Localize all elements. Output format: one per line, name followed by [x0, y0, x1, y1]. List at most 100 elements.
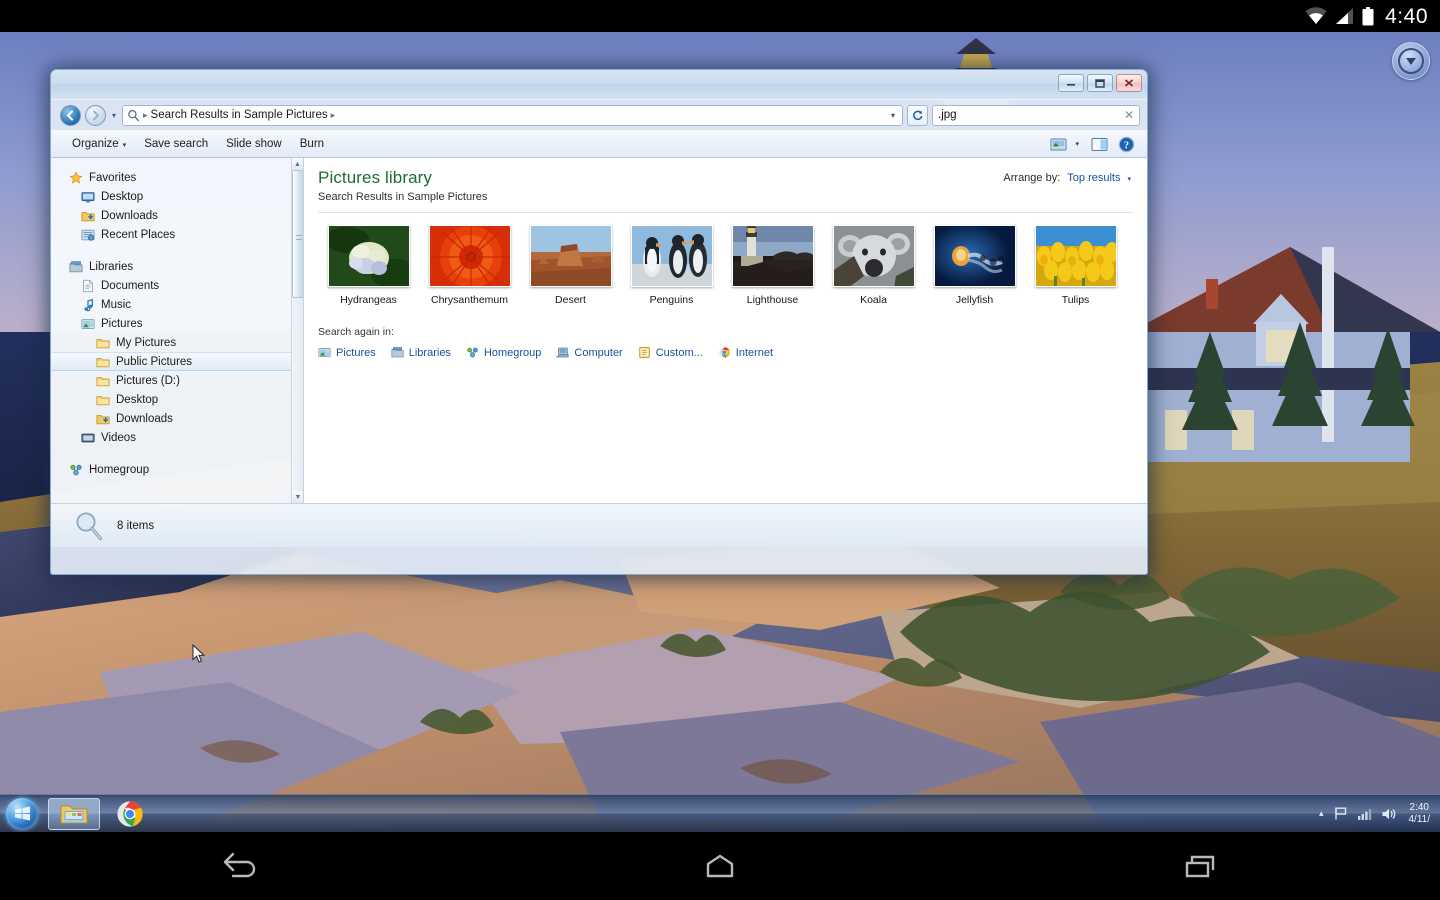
- search-result-item[interactable]: Hydrangeas: [318, 225, 419, 306]
- forward-button[interactable]: [85, 105, 106, 126]
- scroll-down-arrow[interactable]: ▼: [292, 491, 304, 503]
- search-again-link-internet[interactable]: Internet: [718, 346, 773, 359]
- thumbnail-image[interactable]: [732, 225, 814, 287]
- folder-icon: [96, 374, 110, 388]
- android-back-button[interactable]: [180, 842, 300, 890]
- sidebar-group-favorites[interactable]: Favorites: [51, 168, 303, 187]
- search-result-item[interactable]: Tulips: [1025, 225, 1126, 306]
- thumbnail-image[interactable]: [631, 225, 713, 287]
- system-tray[interactable]: ▴ 2:40 4/11/: [1319, 802, 1440, 826]
- thumbnail-image[interactable]: [530, 225, 612, 287]
- windows-desktop[interactable]: ▾ ▸ Search Results in Sample Pictures ▸ …: [0, 32, 1440, 832]
- maximize-button[interactable]: [1087, 74, 1113, 92]
- help-icon[interactable]: ?: [1118, 136, 1135, 153]
- thumbnail-image[interactable]: [833, 225, 915, 287]
- explorer-window[interactable]: ▾ ▸ Search Results in Sample Pictures ▸ …: [50, 69, 1148, 575]
- android-recents-button[interactable]: [1140, 842, 1260, 890]
- search-again-link-homegroup[interactable]: Homegroup: [466, 346, 541, 359]
- page-subtitle: Search Results in Sample Pictures: [318, 191, 1133, 203]
- search-again-link-libraries[interactable]: Libraries: [391, 346, 451, 359]
- volume-icon[interactable]: [1381, 807, 1397, 821]
- search-again-link-computer[interactable]: Computer: [556, 346, 622, 359]
- preview-pane-icon[interactable]: [1091, 137, 1108, 152]
- search-result-item[interactable]: Koala: [823, 225, 924, 306]
- network-icon[interactable]: [1357, 807, 1372, 821]
- sidebar-item-desktop[interactable]: Desktop: [51, 187, 303, 206]
- android-nav-bar[interactable]: [0, 832, 1440, 900]
- action-center-flag-icon[interactable]: [1333, 806, 1348, 821]
- sidebar-item-my-pictures[interactable]: My Pictures: [51, 333, 303, 352]
- toolbar-right-group: ▾ ?: [1050, 136, 1139, 153]
- address-dropdown-caret[interactable]: ▾: [891, 111, 898, 120]
- navigation-pane[interactable]: FavoritesDesktopDownloadsRecent PlacesLi…: [51, 158, 304, 503]
- taskbar-button-explorer[interactable]: [48, 798, 100, 830]
- arrange-chevron-down-icon[interactable]: ▾: [1127, 175, 1131, 183]
- search-again-link-pictures[interactable]: Pictures: [318, 346, 376, 359]
- taskbar-button-chrome[interactable]: [104, 798, 156, 830]
- collapse-toolbar-button[interactable]: [1392, 42, 1430, 80]
- sidebar-item-desktop[interactable]: Desktop: [51, 390, 303, 409]
- recent-pages-button[interactable]: ▾: [110, 111, 118, 120]
- clear-search-icon[interactable]: ✕: [1124, 108, 1134, 122]
- scrollbar-thumb[interactable]: [292, 170, 304, 298]
- search-result-item[interactable]: Penguins: [621, 225, 722, 306]
- change-view-icon[interactable]: [1050, 137, 1067, 152]
- sidebar-item-label: Downloads: [101, 210, 158, 222]
- android-home-button[interactable]: [660, 842, 780, 890]
- sidebar-item-downloads[interactable]: Downloads: [51, 206, 303, 225]
- sidebar-group-libraries[interactable]: Libraries: [51, 257, 303, 276]
- search-result-item[interactable]: Jellyfish: [924, 225, 1025, 306]
- arrange-by-value[interactable]: Top results: [1067, 172, 1120, 184]
- pictures-library-icon: [81, 317, 95, 331]
- sidebar-item-downloads[interactable]: Downloads: [51, 409, 303, 428]
- close-button[interactable]: [1116, 74, 1142, 92]
- breadcrumb[interactable]: Search Results in Sample Pictures: [151, 109, 328, 121]
- search-input[interactable]: .jpg ✕: [932, 105, 1140, 126]
- thumbnail-image[interactable]: [328, 225, 410, 287]
- search-again-link-custom[interactable]: Custom...: [638, 346, 703, 359]
- sidebar-item-recent-places[interactable]: Recent Places: [51, 225, 303, 244]
- sidebar-item-label: Downloads: [116, 413, 173, 425]
- sidebar-item-pictures-d[interactable]: Pictures (D:): [51, 371, 303, 390]
- taskbar-clock[interactable]: 2:40 4/11/: [1406, 802, 1431, 826]
- show-hidden-icons-button[interactable]: ▴: [1319, 808, 1324, 819]
- sidebar-item-videos[interactable]: Videos: [51, 428, 303, 447]
- search-result-item[interactable]: Chrysanthemum: [419, 225, 520, 306]
- burn-button[interactable]: Burn: [291, 135, 333, 153]
- close-icon: [1123, 78, 1135, 88]
- scroll-up-arrow[interactable]: ▲: [292, 158, 303, 170]
- thumbnail-label: Jellyfish: [956, 294, 993, 306]
- sidebar-item-pictures[interactable]: Pictures: [51, 314, 303, 333]
- thumbnail-image[interactable]: [934, 225, 1016, 287]
- view-chevron-down-icon[interactable]: ▾: [1075, 140, 1079, 148]
- start-button[interactable]: [0, 796, 44, 832]
- slide-show-button[interactable]: Slide show: [217, 135, 291, 153]
- address-bar[interactable]: ▸ Search Results in Sample Pictures ▸ ▾: [122, 105, 903, 126]
- downloads-folder-icon: [81, 209, 95, 223]
- organize-button[interactable]: Organize▾: [63, 135, 135, 153]
- recent-places-icon: [81, 228, 95, 242]
- thumbnail-image[interactable]: [429, 225, 511, 287]
- content-pane[interactable]: Pictures library Search Results in Sampl…: [304, 158, 1147, 503]
- navigation-scrollbar[interactable]: ▲ ▼: [291, 158, 303, 503]
- search-again-link-label: Homegroup: [484, 347, 541, 359]
- thumbnail-image[interactable]: [1035, 225, 1117, 287]
- back-button[interactable]: [60, 105, 81, 126]
- sidebar-item-music[interactable]: Music: [51, 295, 303, 314]
- organize-label: Organize: [72, 138, 119, 150]
- search-result-item[interactable]: Lighthouse: [722, 225, 823, 306]
- sidebar-item-documents[interactable]: Documents: [51, 276, 303, 295]
- window-title-bar[interactable]: [51, 70, 1147, 100]
- search-result-item[interactable]: Desert: [520, 225, 621, 306]
- refresh-icon: [911, 109, 924, 122]
- refresh-button[interactable]: [907, 105, 928, 126]
- windows-taskbar[interactable]: ▴ 2:40 4/11/: [0, 794, 1440, 832]
- sidebar-item-public-pictures[interactable]: Public Pictures: [51, 352, 297, 371]
- breadcrumb-separator-trailing[interactable]: ▸: [331, 110, 336, 121]
- arrange-by-control[interactable]: Arrange by: Top results ▾: [1003, 172, 1131, 184]
- star-icon: [69, 171, 83, 185]
- minimize-button[interactable]: [1058, 74, 1084, 92]
- save-search-button[interactable]: Save search: [135, 135, 217, 153]
- sidebar-group-homegroup[interactable]: Homegroup: [51, 460, 303, 479]
- documents-library-icon: [81, 279, 95, 293]
